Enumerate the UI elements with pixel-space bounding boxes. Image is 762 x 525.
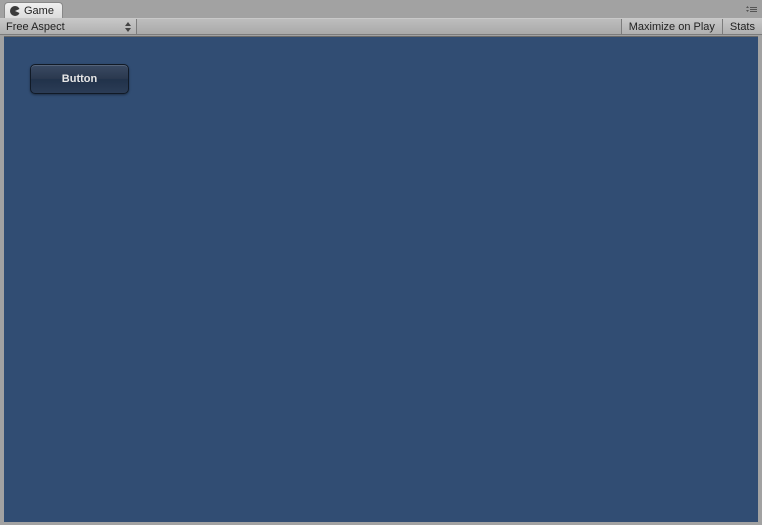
tab-bar: Game: [0, 0, 762, 18]
toolbar-spacer: [137, 19, 621, 34]
window-menu-icon[interactable]: [744, 4, 758, 14]
tab-label: Game: [24, 5, 54, 17]
aspect-ratio-label: Free Aspect: [6, 21, 65, 33]
aspect-ratio-dropdown[interactable]: Free Aspect: [0, 19, 137, 34]
maximize-label: Maximize on Play: [629, 21, 715, 33]
stats-label: Stats: [730, 21, 755, 33]
dropdown-chevron-icon: [124, 21, 132, 33]
pacman-icon: [9, 5, 21, 17]
maximize-on-play-toggle[interactable]: Maximize on Play: [621, 19, 722, 34]
ui-button[interactable]: Button: [30, 64, 129, 94]
tab-game[interactable]: Game: [4, 2, 63, 18]
game-viewport: Button: [4, 36, 758, 522]
stats-toggle[interactable]: Stats: [722, 19, 762, 34]
game-toolbar: Free Aspect Maximize on Play Stats: [0, 18, 762, 35]
ui-button-label: Button: [62, 73, 97, 85]
